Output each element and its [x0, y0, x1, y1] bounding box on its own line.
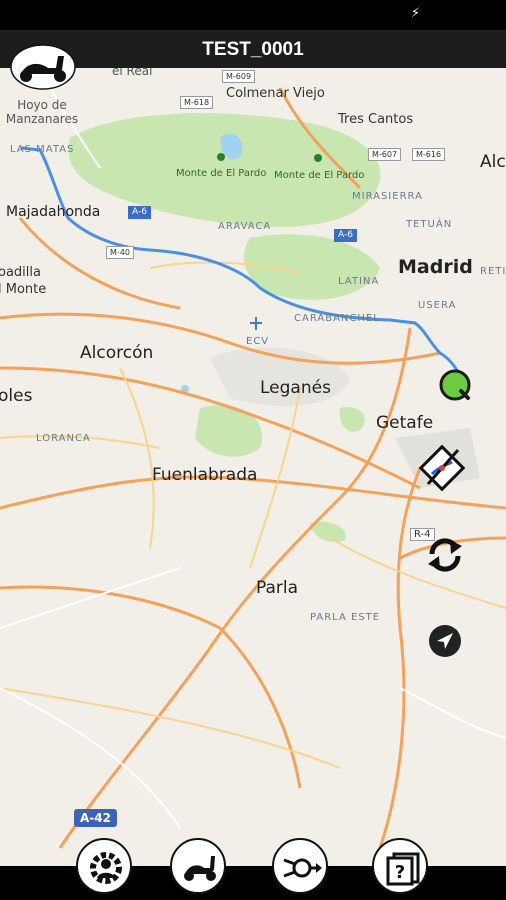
help-button[interactable]: ?: [372, 838, 428, 894]
place-mirasierra: MIRASIERRA: [352, 191, 423, 202]
road-a42: A-42: [74, 809, 117, 827]
status-bar: ⚡: [0, 0, 506, 30]
place-alcorcon: Alcorcón: [80, 343, 154, 363]
place-tres-cantos: Tres Cantos: [338, 112, 414, 127]
map-view[interactable]: el Real Colmenar Viejo Hoyo de Manzanare…: [0, 68, 506, 866]
tools-icon: [283, 858, 322, 878]
scooter-icon: [184, 856, 216, 881]
scooter-button[interactable]: [170, 838, 226, 894]
road-m616: M-616: [412, 148, 446, 161]
tools-button[interactable]: [272, 838, 328, 894]
place-leganes: Leganés: [260, 378, 331, 398]
road-m609: M-609: [222, 70, 256, 83]
destination-q-icon[interactable]: [438, 368, 472, 402]
road-m618: M-618: [180, 96, 214, 109]
svg-text:?: ?: [395, 862, 405, 883]
place-moles: oles: [0, 386, 33, 406]
place-ecv: ECV: [246, 336, 270, 347]
place-tetuan: TETUÁN: [406, 219, 453, 230]
refresh-icon[interactable]: [424, 534, 466, 576]
road-m607: M-607: [368, 148, 402, 161]
settings-icon: [90, 852, 122, 884]
road-m40: M-40: [106, 246, 134, 259]
place-monte-pardo-2: Monte de El Pardo: [274, 170, 365, 181]
place-aravaca: ARAVACA: [218, 221, 272, 232]
road-a6-west: A-6: [128, 206, 151, 219]
place-parla-este: PARLA ESTE: [310, 612, 381, 623]
place-carabanchel: CARABANCHEL: [294, 313, 380, 324]
route-off-icon[interactable]: [414, 440, 470, 496]
place-loranca: LORANCA: [36, 433, 91, 444]
flash-icon: ⚡: [410, 6, 420, 21]
place-colmenar-viejo: Colmenar Viejo: [226, 86, 325, 101]
scooter-logo-icon[interactable]: [10, 44, 76, 90]
place-el-real: el Real: [112, 68, 153, 78]
place-hoyo: Hoyo de Manzanares: [5, 98, 79, 126]
settings-button[interactable]: [76, 838, 132, 894]
place-parla: Parla: [256, 578, 299, 598]
place-las-matas: LAS MATAS: [10, 144, 75, 155]
place-getafe: Getafe: [376, 413, 434, 433]
place-alco: Alco: [480, 152, 506, 172]
place-majadahonda: Majadahonda: [6, 204, 101, 220]
road-a6-east: A-6: [334, 229, 357, 242]
help-icon: ?: [386, 852, 420, 886]
place-boadilla: oadilla l Monte: [0, 265, 47, 297]
place-monte-pardo-1: Monte de El Pardo: [176, 168, 267, 179]
place-latina: LATINA: [338, 276, 380, 287]
place-retiro: RETI: [480, 266, 506, 277]
place-madrid: Madrid: [398, 256, 473, 278]
place-fuenlabrada: Fuenlabrada: [152, 465, 258, 485]
navigation-arrow-icon[interactable]: [428, 624, 462, 658]
place-usera: USERA: [418, 300, 457, 311]
